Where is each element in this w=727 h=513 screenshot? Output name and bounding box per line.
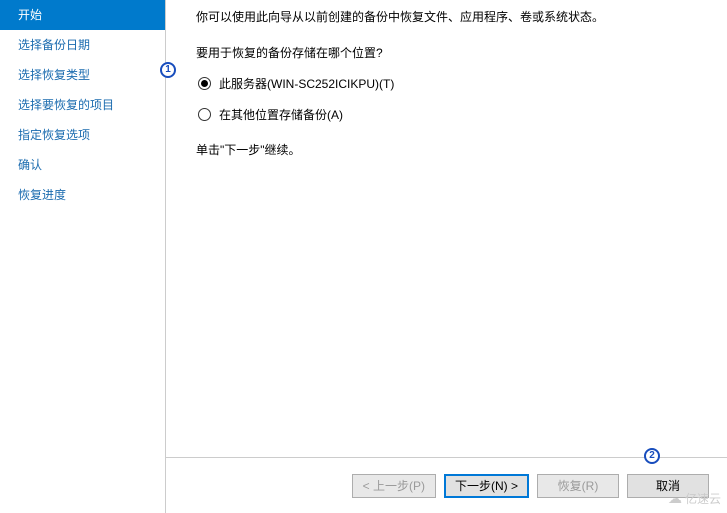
sidebar-item-progress[interactable]: 恢复进度 [0, 180, 165, 210]
annotation-1: 1 [160, 62, 176, 78]
sidebar-item-select-recovery-type[interactable]: 选择恢复类型 [0, 60, 165, 90]
sidebar-item-start[interactable]: 开始 [0, 0, 165, 30]
cloud-icon: ☁ [668, 490, 682, 507]
recover-button: 恢复(R) [537, 474, 619, 498]
radio-icon-unselected [198, 108, 211, 121]
sidebar-item-select-backup-date[interactable]: 选择备份日期 [0, 30, 165, 60]
wizard-container: 开始 选择备份日期 选择恢复类型 选择要恢复的项目 指定恢复选项 确认 恢复进度… [0, 0, 727, 513]
sidebar-item-specify-options[interactable]: 指定恢复选项 [0, 120, 165, 150]
button-bar: 2 < 上一步(P) 下一步(N) > 恢复(R) 取消 [166, 457, 727, 513]
question-text: 要用于恢复的备份存储在哪个位置? [196, 44, 697, 61]
continue-text: 单击"下一步"继续。 [196, 141, 697, 158]
watermark: ☁ 亿速云 [668, 490, 721, 507]
next-button[interactable]: 下一步(N) > [444, 474, 529, 498]
radio-other-location-label: 在其他位置存储备份(A) [219, 106, 343, 123]
annotation-2: 2 [644, 448, 660, 464]
radio-this-server[interactable]: 此服务器(WIN-SC252ICIKPU)(T) [196, 75, 697, 92]
intro-text: 你可以使用此向导从以前创建的备份中恢复文件、应用程序、卷或系统状态。 [196, 8, 697, 26]
watermark-text: 亿速云 [685, 490, 721, 507]
wizard-content: 你可以使用此向导从以前创建的备份中恢复文件、应用程序、卷或系统状态。 要用于恢复… [166, 0, 727, 457]
sidebar-item-confirm[interactable]: 确认 [0, 150, 165, 180]
wizard-sidebar: 开始 选择备份日期 选择恢复类型 选择要恢复的项目 指定恢复选项 确认 恢复进度 [0, 0, 166, 513]
prev-button: < 上一步(P) [352, 474, 436, 498]
radio-other-location[interactable]: 在其他位置存储备份(A) [196, 106, 697, 123]
sidebar-item-select-items[interactable]: 选择要恢复的项目 [0, 90, 165, 120]
radio-this-server-label: 此服务器(WIN-SC252ICIKPU)(T) [219, 75, 394, 92]
radio-icon-selected [198, 77, 211, 90]
wizard-main: 你可以使用此向导从以前创建的备份中恢复文件、应用程序、卷或系统状态。 要用于恢复… [166, 0, 727, 513]
